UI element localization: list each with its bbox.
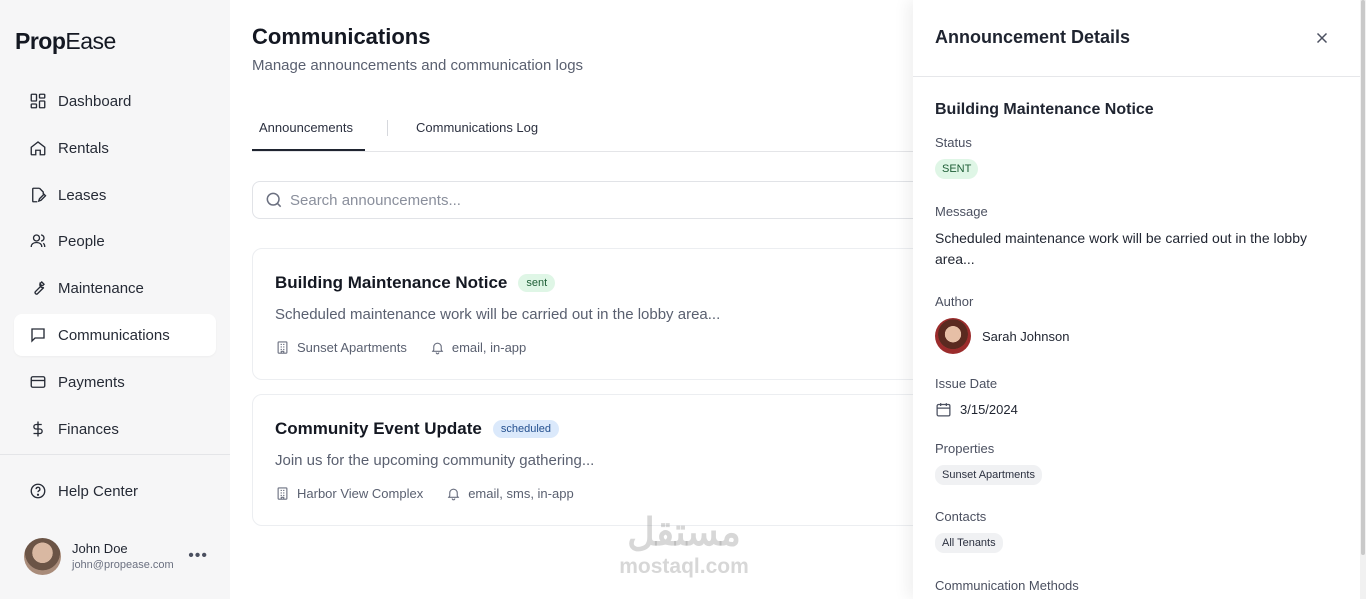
help-icon [30, 483, 46, 499]
status-badge: sent [518, 274, 556, 292]
contacts-label: Contacts [935, 509, 987, 524]
main-content: Communications Manage announcements and … [252, 0, 952, 599]
author-name: Sarah Johnson [982, 328, 1070, 344]
announcement-property: Harbor View Complex [297, 486, 424, 501]
watermark: مستقل mostaql.com [604, 510, 764, 578]
detail-heading: Building Maintenance Notice [935, 101, 1154, 118]
tabs: Announcements Communications Log [252, 110, 952, 152]
tab-communications-log[interactable]: Communications Log [416, 120, 538, 135]
sidebar-item-label: Dashboard [58, 92, 132, 110]
sidebar-divider [0, 454, 230, 455]
issue-date-value: 3/15/2024 [960, 402, 1018, 417]
author: Sarah Johnson [935, 318, 1069, 354]
building-icon [277, 341, 288, 354]
user-name: John Doe [72, 541, 128, 556]
contacts-chip: All Tenants [935, 533, 1003, 553]
issue-date-label: Issue Date [935, 376, 998, 391]
announcement-card[interactable]: Community Event Update scheduled Join us… [252, 394, 952, 526]
communication-methods-label: Communication Methods [935, 578, 1079, 593]
sidebar-item-label: Maintenance [58, 279, 144, 297]
sidebar-item-label: Communications [58, 326, 170, 344]
building-icon [277, 487, 288, 500]
credit-card-icon [30, 376, 46, 388]
search-bar [252, 181, 952, 219]
close-icon[interactable] [1313, 29, 1331, 47]
sidebar-item-dashboard[interactable]: Dashboard [14, 80, 216, 122]
scrollbar-thumb[interactable] [1361, 0, 1365, 555]
announcement-description: Scheduled maintenance work will be carri… [275, 306, 721, 323]
status-label: Status [935, 135, 972, 150]
sidebar-item-communications[interactable]: Communications [14, 314, 216, 356]
sidebar-item-label: Rentals [58, 139, 109, 157]
message-text: Scheduled maintenance work will be carri… [935, 230, 1307, 267]
sidebar-item-finances[interactable]: Finances [14, 408, 216, 450]
announcement-card[interactable]: Building Maintenance Notice sent Schedul… [252, 248, 952, 380]
properties-label: Properties [935, 441, 995, 456]
sidebar: PropEase Dashboard Rentals Leases People… [0, 0, 230, 599]
announcement-title: Building Maintenance Notice [275, 273, 508, 292]
more-options-icon[interactable]: ••• [188, 547, 208, 565]
watermark-arabic: مستقل [627, 512, 741, 554]
watermark-latin: mostaql.com [619, 555, 749, 578]
panel-header: Announcement Details [913, 0, 1360, 77]
user-profile[interactable]: John Doe john@propease.com ••• [24, 537, 220, 575]
announcement-channels: email, in-app [451, 340, 527, 355]
announcement-property: Sunset Apartments [297, 340, 407, 355]
page-subtitle: Manage announcements and communication l… [252, 57, 584, 74]
home-icon [30, 141, 46, 156]
panel-title: Announcement Details [935, 27, 1131, 47]
issue-date: 3/15/2024 [935, 401, 1018, 418]
status-badge: scheduled [492, 420, 560, 438]
active-tab-indicator [252, 149, 365, 151]
tab-announcements[interactable]: Announcements [259, 120, 353, 135]
message-label: Message [935, 204, 988, 219]
sidebar-item-label: Help Center [58, 482, 139, 500]
sidebar-item-label: Payments [58, 373, 125, 391]
sidebar-item-label: Finances [58, 420, 119, 438]
sidebar-item-payments[interactable]: Payments [14, 361, 216, 403]
user-email: john@propease.com [72, 559, 174, 571]
search-icon [266, 192, 282, 208]
dollar-icon [33, 421, 43, 437]
avatar [24, 537, 61, 575]
users-icon [30, 234, 46, 248]
author-label: Author [935, 294, 974, 309]
wrench-icon [34, 281, 45, 295]
sidebar-item-people[interactable]: People [14, 220, 216, 262]
document-edit-icon [32, 187, 47, 203]
sidebar-item-maintenance[interactable]: Maintenance [14, 267, 216, 309]
announcement-description: Join us for the upcoming community gathe… [275, 452, 595, 469]
bell-icon [447, 488, 460, 501]
tab-separator [387, 120, 388, 136]
avatar [935, 318, 971, 354]
sidebar-item-help-center[interactable]: Help Center [14, 470, 216, 512]
sidebar-item-label: Leases [58, 186, 107, 204]
page-title: Communications [252, 24, 431, 49]
message-icon [31, 328, 45, 343]
property-chip: Sunset Apartments [935, 465, 1042, 485]
bell-icon [431, 342, 444, 355]
announcement-channels: email, sms, in-app [468, 486, 574, 501]
status-badge: SENT [935, 159, 979, 179]
sidebar-item-label: People [58, 232, 105, 250]
announcement-details-panel: Announcement Details Building Maintenanc… [913, 0, 1360, 599]
sidebar-item-rentals[interactable]: Rentals [14, 127, 216, 169]
calendar-icon [936, 403, 951, 417]
announcement-title: Community Event Update [275, 419, 482, 438]
search-input[interactable] [290, 191, 890, 209]
sidebar-item-leases[interactable]: Leases [14, 174, 216, 216]
dashboard-icon [30, 93, 46, 109]
logo[interactable]: PropEase [15, 28, 116, 55]
